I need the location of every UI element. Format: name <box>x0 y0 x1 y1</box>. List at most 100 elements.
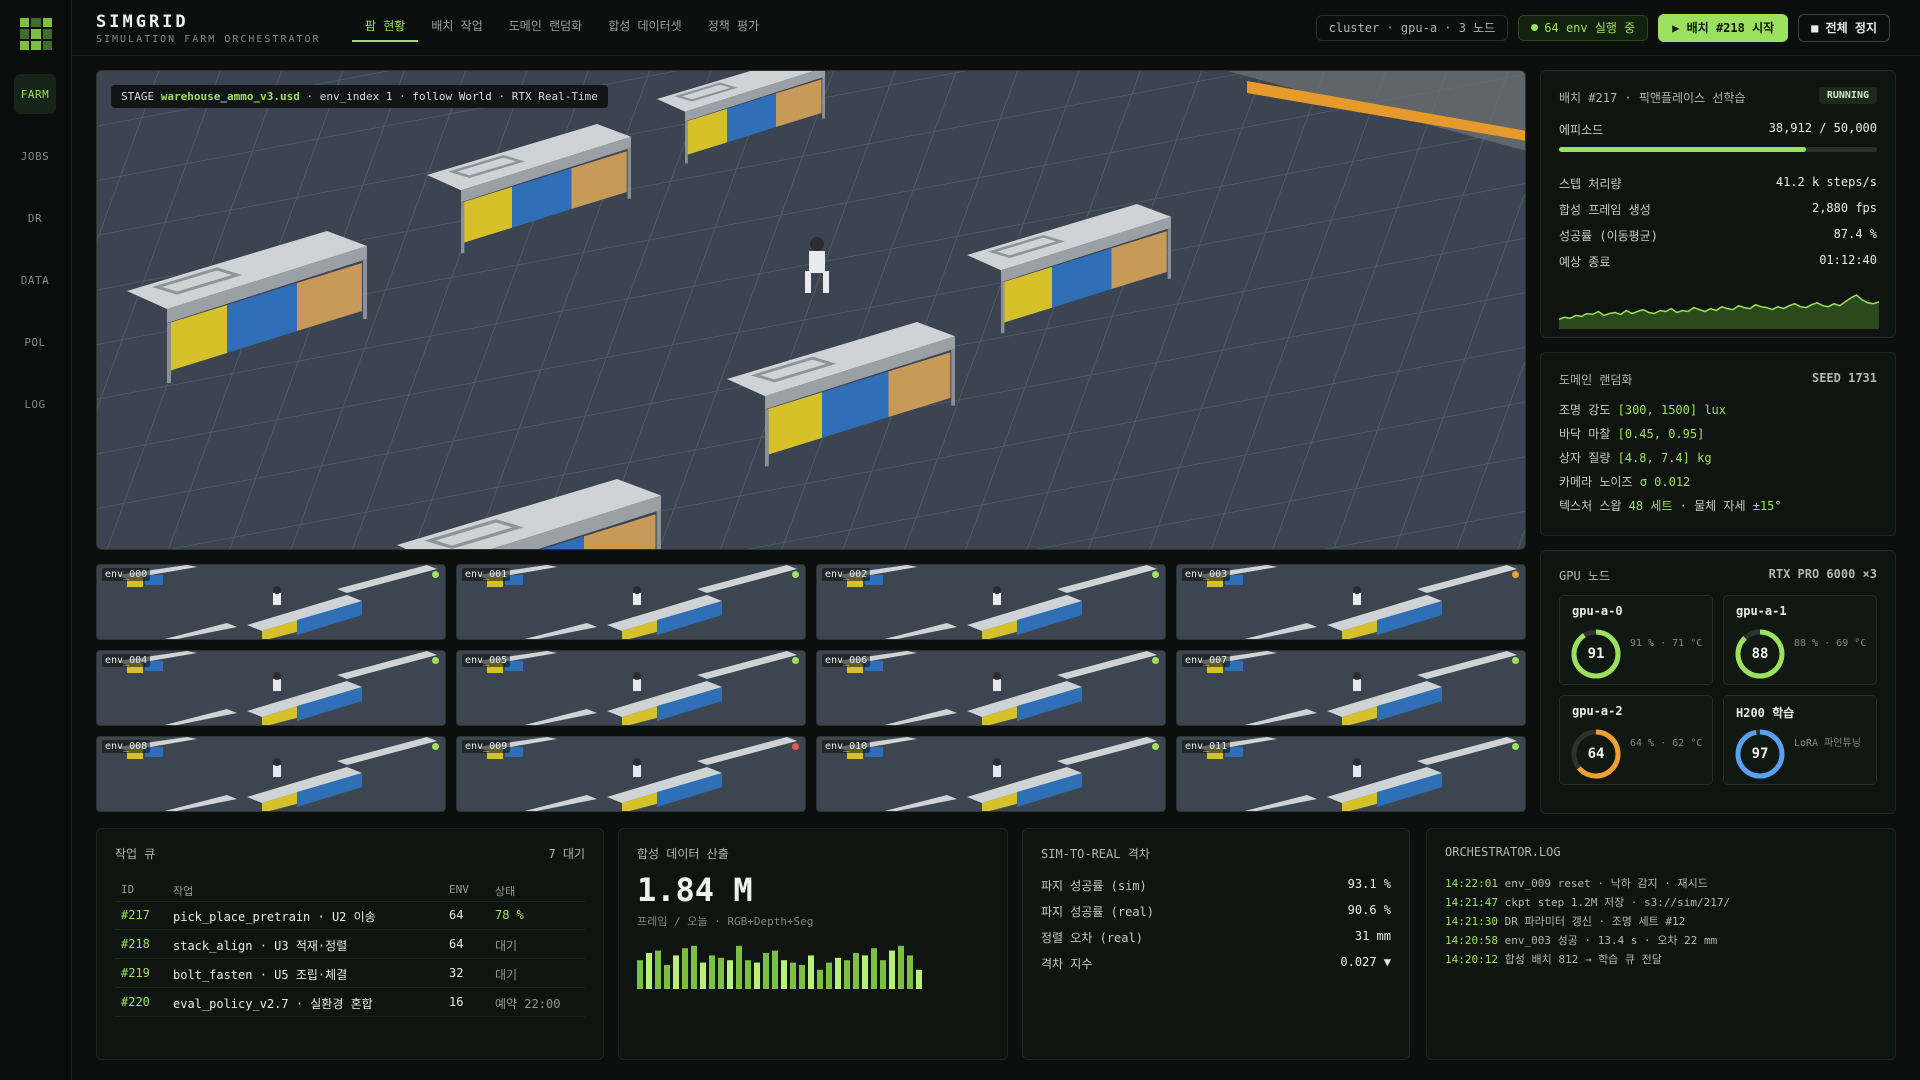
batch-metric-value: 2,880 fps <box>1811 201 1877 215</box>
log-message: 합성 배치 812 → 학습 큐 전달 <box>1497 953 1662 966</box>
queue-row[interactable]: #217 pick_place_pretrain · U2 이송 64 78 % <box>115 901 585 930</box>
rail-item-dr[interactable]: DR <box>14 198 56 238</box>
env-thumbnail[interactable]: env_011 <box>1176 736 1526 812</box>
env-thumbnail-label: env_000 <box>102 568 151 581</box>
env-thumbnail[interactable]: env_008 <box>96 736 446 812</box>
start-batch-button[interactable]: ▶ 배치 #218 시작 <box>1658 14 1789 42</box>
tab-batch-jobs[interactable]: 배치 작업 <box>418 0 495 42</box>
stage-viewport[interactable]: STAGE warehouse_ammo_v3.usd · env_index … <box>96 70 1526 550</box>
stop-all-button[interactable]: ■ 전체 정지 <box>1798 14 1890 42</box>
env-thumbnail-label: env_008 <box>102 740 151 753</box>
gpu-node-card[interactable]: gpu-a-1 88 88 % · 69 °C <box>1723 595 1877 685</box>
synth-bar <box>673 955 679 989</box>
tab-farm-status[interactable]: 팜 현황 <box>352 0 419 42</box>
top-header: SIMGRID SIMULATION FARM ORCHESTRATOR 팜 현… <box>72 0 1920 56</box>
gpu-utilization-value: 64 <box>1587 746 1605 762</box>
gpu-utilization-value: 88 <box>1751 646 1769 662</box>
env-thumbnail-label: env_003 <box>1182 568 1231 581</box>
gpu-node-card[interactable]: gpu-a-0 91 91 % · 71 °C <box>1559 595 1713 685</box>
queue-row-env: 32 <box>449 966 464 980</box>
env-status-dot-icon <box>792 743 799 750</box>
running-status-text: 64 env 실행 중 <box>1544 21 1636 35</box>
dr-title: 도메인 랜덤화 <box>1559 373 1633 387</box>
dr-seed: SEED 1731 <box>1811 371 1877 385</box>
rail-item-jobs[interactable]: JOBS <box>14 136 56 176</box>
queue-row[interactable]: #220 eval_policy_v2.7 · 실환경 혼합 16 예약 22:00 <box>115 988 585 1017</box>
env-thumbnail-label: env_010 <box>822 740 871 753</box>
queue-row[interactable]: #218 stack_align · U3 적재·정렬 64 대기 <box>115 930 585 959</box>
env-thumbnail[interactable]: env_010 <box>816 736 1166 812</box>
env-thumbnail[interactable]: env_001 <box>456 564 806 640</box>
rail-item-data[interactable]: DATA <box>14 260 56 300</box>
env-thumbnail-grid: env_000 env_001 env_002 env_003 env_004 env_0… <box>96 564 1526 814</box>
synthetic-data-panel: 합성 데이터 산출 1.84 M 프레임 / 오늘 · RGB+Depth+Se… <box>618 828 1008 1060</box>
gpu-node-name: gpu-a-1 <box>1736 604 1787 618</box>
synth-title: 합성 데이터 산출 <box>637 847 729 861</box>
gpu-node-meta: 64 % · 62 °C <box>1630 738 1703 749</box>
batch-metric-label: 합성 프레임 생성 <box>1559 203 1651 217</box>
batch-metric-label: 성공률 (이동평균) <box>1559 229 1658 243</box>
rail-item-farm[interactable]: FARM <box>14 74 56 114</box>
synth-bar <box>907 955 913 989</box>
env-status-dot-icon <box>432 657 439 664</box>
log-timestamp: 14:20:12 <box>1445 953 1498 966</box>
tab-policy-eval[interactable]: 정책 평가 <box>695 0 772 42</box>
gap-title: SIM-TO-REAL 격차 <box>1041 847 1150 861</box>
env-thumbnail[interactable]: env_009 <box>456 736 806 812</box>
gap-metric-value: 93.1 % <box>1347 877 1391 891</box>
gap-metric-label: 파지 성공률 (sim) <box>1041 879 1147 893</box>
synth-bar <box>880 960 886 989</box>
queue-row-env: 64 <box>449 908 464 922</box>
log-message: env_003 성공 · 13.4 s · 오차 22 mm <box>1497 934 1718 947</box>
synth-bar <box>898 945 904 989</box>
tab-domain-randomization[interactable]: 도메인 랜덤화 <box>496 0 595 42</box>
tab-synthetic-dataset[interactable]: 합성 데이터셋 <box>595 0 694 42</box>
env-status-dot-icon <box>432 571 439 578</box>
gpu-title: GPU 노드 <box>1559 569 1610 583</box>
batch-metric-label: 스텝 처리량 <box>1559 177 1622 191</box>
env-status-dot-icon <box>1152 743 1159 750</box>
env-thumbnail[interactable]: env_003 <box>1176 564 1526 640</box>
synth-bar <box>862 955 868 989</box>
batch-metric-value: 01:12:40 <box>1819 253 1877 267</box>
queue-row[interactable]: #219 bolt_fasten · U5 조립·체결 32 대기 <box>115 959 585 988</box>
gpu-node-card[interactable]: H200 학습 97 LoRA 파인튜닝 <box>1723 695 1877 785</box>
header-actions: cluster · gpu-a · 3 노드 64 env 실행 중 ▶ 배치 … <box>1315 14 1890 42</box>
rail-item-log[interactable]: LOG <box>14 384 56 424</box>
log-message: env_009 reset · 낙하 감지 · 재시드 <box>1497 877 1708 890</box>
env-thumbnail[interactable]: env_005 <box>456 650 806 726</box>
env-thumbnail-label: env_007 <box>1182 654 1231 667</box>
env-thumbnail[interactable]: env_007 <box>1176 650 1526 726</box>
env-thumbnail[interactable]: env_000 <box>96 564 446 640</box>
env-thumbnail[interactable]: env_002 <box>816 564 1166 640</box>
gap-metric-row: 파지 성공률 (sim) 93.1 % <box>1041 877 1391 894</box>
queue-row-job: stack_align · U3 적재·정렬 <box>173 939 348 953</box>
app: FARM JOBS DR DATA POL LOG SIMGRID SIMULA… <box>0 0 1920 1080</box>
queue-header-job: 작업 <box>173 885 194 898</box>
env-thumbnail-label: env_006 <box>822 654 871 667</box>
queue-row-status: 78 % <box>495 908 524 922</box>
queue-count: 7 대기 <box>548 847 585 861</box>
env-thumbnail[interactable]: env_006 <box>816 650 1166 726</box>
log-entry: 14:20:12 합성 배치 812 → 학습 큐 전달 <box>1445 951 1662 967</box>
log-message: DR 파라미터 갱신 · 조명 세트 #12 <box>1497 915 1686 928</box>
episodes-row: 에피소드 38,912 / 50,000 <box>1559 121 1877 138</box>
throughput-sparkline <box>1559 294 1879 329</box>
cluster-selector[interactable]: cluster · gpu-a · 3 노드 <box>1315 15 1509 41</box>
dr-parameter-value: [300, 1500] lux <box>1617 403 1726 417</box>
gpu-node-meta: 91 % · 71 °C <box>1630 638 1703 649</box>
dr-parameter-value: [0.45, 0.95] <box>1617 427 1705 441</box>
gap-metric-label: 정렬 오차 (real) <box>1041 931 1143 945</box>
log-timestamp: 14:21:30 <box>1445 915 1498 928</box>
rail-item-pol[interactable]: POL <box>14 322 56 362</box>
env-status-dot-icon <box>1152 657 1159 664</box>
gpu-node-card[interactable]: gpu-a-2 64 64 % · 62 °C <box>1559 695 1713 785</box>
env-thumbnail-label: env_011 <box>1182 740 1231 753</box>
env-thumbnail[interactable]: env_004 <box>96 650 446 726</box>
synth-bar <box>718 957 724 989</box>
batch-panel: 배치 #217 · 픽앤플레이스 선학습 RUNNING 에피소드 38,912… <box>1540 70 1896 338</box>
dr-parameter-line: 상자 질량 [4.8, 7.4] kg <box>1559 449 1712 466</box>
episodes-progress-bar <box>1559 147 1877 152</box>
stage-prefix: STAGE <box>121 90 155 103</box>
queue-row-job: eval_policy_v2.7 · 실환경 혼합 <box>173 997 373 1011</box>
